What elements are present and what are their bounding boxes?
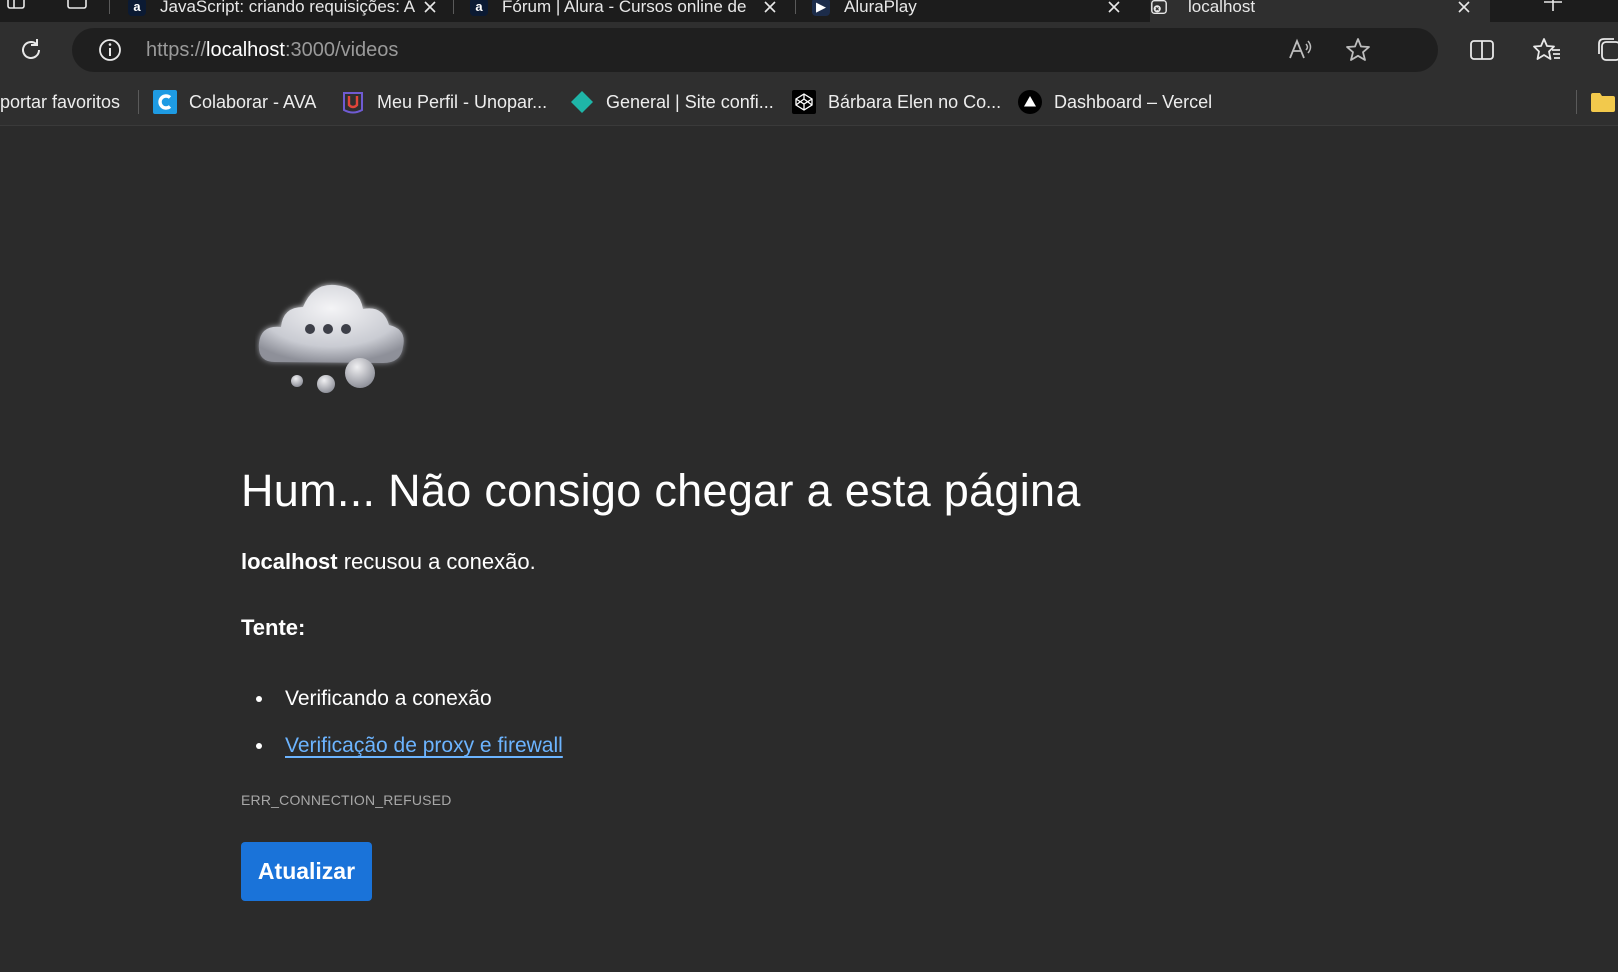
tab-strip: a JavaScript: criando requisições: A a F…: [0, 0, 1618, 22]
favorites-bar: portar favoritos Colaborar - AVA Meu Per…: [0, 78, 1618, 126]
tab-title: JavaScript: criando requisições: A: [160, 0, 416, 16]
url-host: localhost: [206, 39, 285, 61]
tab-title: Fórum | Alura - Cursos online de: [502, 0, 747, 16]
bookmark-import-favorites[interactable]: portar favoritos: [0, 88, 120, 116]
site-info-icon[interactable]: [92, 32, 128, 68]
bullet: [256, 696, 262, 702]
bookmark-meu-perfil-unopar[interactable]: Meu Perfil - Unopar...: [341, 88, 547, 116]
error-headline: Hum... Não consigo chegar a esta página: [241, 465, 1081, 516]
vercel-icon: [1018, 90, 1042, 114]
tab-separator: [109, 0, 110, 14]
new-tab-icon[interactable]: [1540, 0, 1566, 13]
error-code: ERR_CONNECTION_REFUSED: [241, 792, 452, 808]
bookmark-label: General | Site confi...: [606, 91, 774, 112]
error-page: Hum... Não consigo chegar a esta página …: [0, 127, 1618, 972]
unopar-icon: [341, 90, 365, 114]
try-label: Tente:: [241, 615, 306, 640]
bookmark-separator: [138, 90, 139, 114]
colaborar-icon: [153, 90, 177, 114]
url-scheme: https://: [146, 39, 207, 61]
split-screen-icon[interactable]: [1464, 32, 1500, 68]
tab-aluraplay[interactable]: ▶ AluraPlay: [812, 0, 1142, 22]
read-aloud-icon[interactable]: [1282, 32, 1318, 68]
reload-button[interactable]: Atualizar: [241, 842, 372, 901]
bookmark-label: portar favoritos: [0, 91, 121, 112]
proxy-firewall-link[interactable]: Verificação de proxy e firewall: [285, 734, 563, 758]
close-icon[interactable]: [1456, 0, 1472, 15]
bookmark-general-site-config[interactable]: General | Site confi...: [570, 88, 774, 116]
bookmark-label: Colaborar - AVA: [189, 91, 317, 112]
suggestion-check-connection: Verificando a conexão: [285, 687, 492, 710]
workspaces-icon[interactable]: [4, 0, 30, 14]
browser-toolbar: https://localhost:3000/videos: [0, 22, 1618, 78]
error-host: localhost: [241, 549, 338, 574]
bookmark-dashboard-vercel[interactable]: Dashboard – Vercel: [1018, 88, 1212, 116]
tab-separator: [453, 0, 454, 14]
alura-icon: a: [470, 0, 488, 16]
bookmark-colaborar-ava[interactable]: Colaborar - AVA: [153, 88, 316, 116]
tab-title: localhost: [1188, 0, 1256, 16]
diamond-icon: [570, 90, 594, 114]
bookmark-label: Bárbara Elen no Co...: [828, 91, 1002, 112]
bookmark-label: Dashboard – Vercel: [1054, 91, 1213, 112]
tab-javascript-requisicoes[interactable]: a JavaScript: criando requisições: A: [128, 0, 448, 22]
codepen-icon: [792, 90, 816, 114]
tab-forum-alura[interactable]: a Fórum | Alura - Cursos online de: [470, 0, 790, 22]
tab-actions-icon[interactable]: [64, 0, 90, 14]
close-icon[interactable]: [762, 0, 778, 15]
error-page-icon: [1150, 0, 1168, 16]
url-text[interactable]: https://localhost:3000/videos: [146, 39, 398, 62]
favorites-icon[interactable]: [1529, 32, 1565, 68]
tab-separator: [795, 0, 796, 14]
aluraplay-icon: ▶: [812, 0, 830, 16]
bookmark-label: Meu Perfil - Unopar...: [377, 91, 548, 112]
thinking-cloud-icon: [255, 277, 415, 407]
refresh-icon[interactable]: [13, 32, 49, 68]
error-message-text: recusou a conexão.: [337, 549, 536, 574]
suggestion-item: Verificando a conexão: [256, 687, 492, 711]
other-favorites-folder-icon[interactable]: [1590, 88, 1616, 116]
bullet: [256, 743, 262, 749]
error-message: localhost recusou a conexão.: [241, 549, 536, 575]
bookmark-separator: [1576, 90, 1577, 114]
url-path: :3000/videos: [284, 39, 399, 61]
alura-icon: a: [128, 0, 146, 16]
close-icon[interactable]: [422, 0, 438, 15]
tab-localhost[interactable]: localhost: [1150, 0, 1490, 22]
add-favorite-icon[interactable]: [1340, 32, 1376, 68]
address-bar[interactable]: https://localhost:3000/videos: [72, 28, 1438, 72]
close-icon[interactable]: [1106, 0, 1122, 15]
bookmark-barbara-elen-codepen[interactable]: Bárbara Elen no Co...: [792, 88, 1001, 116]
collections-icon[interactable]: [1592, 32, 1618, 68]
suggestion-item: Verificação de proxy e firewall: [256, 734, 563, 758]
tab-title: AluraPlay: [844, 0, 917, 16]
